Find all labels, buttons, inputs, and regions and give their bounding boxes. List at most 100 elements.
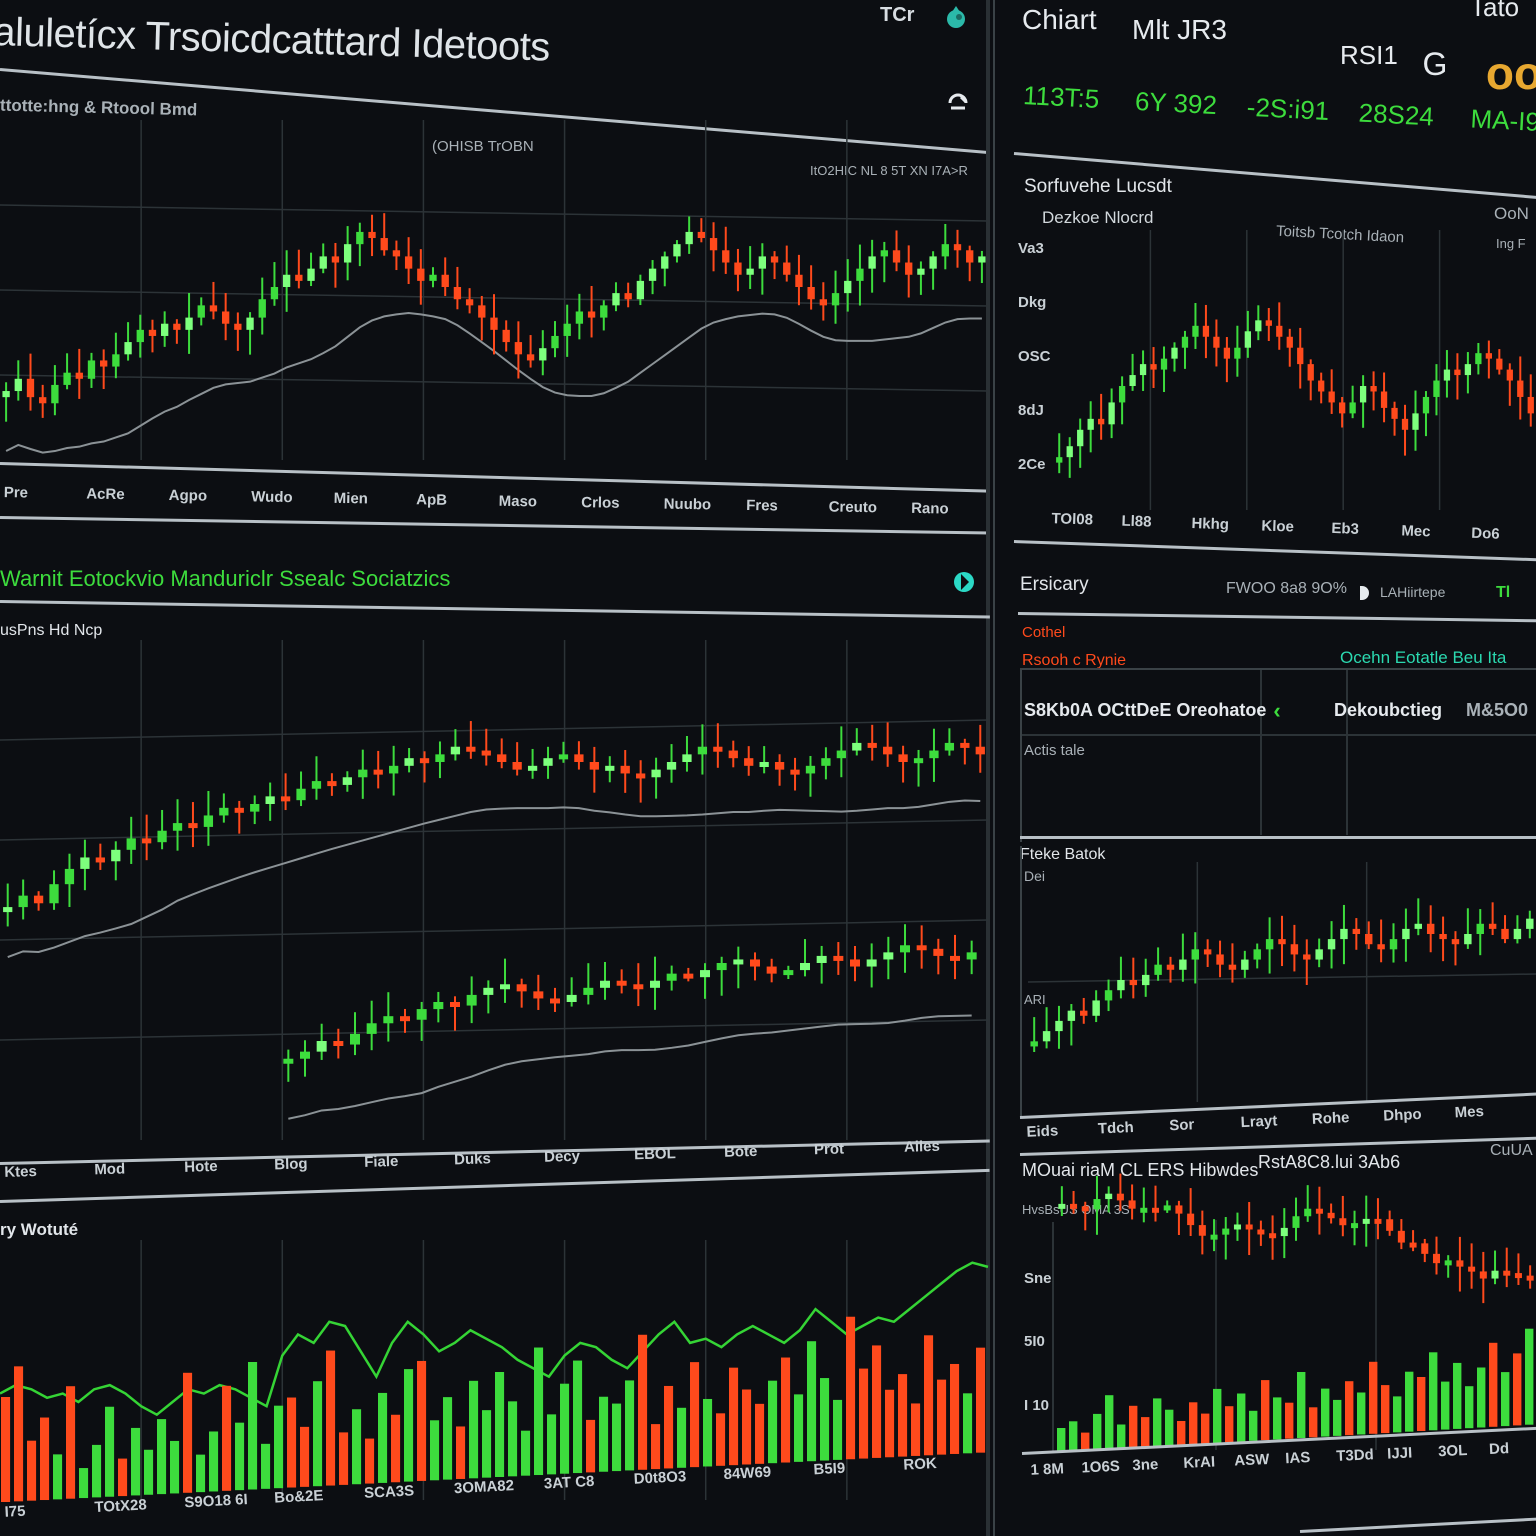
chevron-left-icon[interactable]: ‹ [1268,698,1286,723]
candle-down [1432,1253,1440,1264]
half-circle-icon [1358,584,1374,602]
header-subtitle: ttotte:hng & Rtoool Bmd [0,95,198,120]
candle-down [1374,1218,1382,1224]
logo-icon[interactable] [950,568,978,596]
candle-down [550,998,560,1004]
candle-down [587,311,596,318]
axis-tick-label: Dhpo [1382,1105,1423,1125]
top-right-candlestick-chart[interactable] [1054,230,1536,510]
candle-down [516,984,527,992]
candle-up [3,907,13,913]
refresh-icon[interactable] [944,88,972,116]
candle-up [929,750,939,759]
candle-up [600,980,610,988]
candle-up [51,384,59,404]
axis-tick-label: Crlos [581,494,620,512]
oscillator-note: Actis tale [1024,742,1085,759]
candle-up [1056,457,1063,463]
oscillator-col-divider [1260,670,1262,835]
mid-candlestick-chart[interactable] [0,640,989,1145]
candle-down [1503,1270,1511,1276]
bottom-right-title: MOuai riaM CL ERS Hibwdes [1022,1160,1259,1180]
bottom-right-candlestick-chart[interactable] [1056,1173,1536,1460]
volume-bar-up [1117,1424,1126,1449]
candle-up [612,293,620,306]
volume-bar-up [625,1380,635,1471]
candle-up [583,987,594,995]
axis-tick-label: 3ne [1132,1456,1159,1475]
volume-bar-up [1405,1371,1414,1432]
candle-up [900,945,910,953]
volume-bar-up [1525,1328,1534,1425]
candle-down [502,329,510,343]
main-candlestick-chart[interactable] [0,120,989,490]
candle-down [417,268,425,281]
section-subtitle: usPns Hd Ncp [0,622,103,639]
axis-tick-label: Kloe [1261,517,1295,536]
tab-chart[interactable]: Chiart [1022,4,1097,36]
volume-bar-up [560,1383,570,1474]
volume-bar-down [287,1397,297,1488]
axis-tick-label: I 10 [1024,1396,1050,1414]
candle-down [1339,1218,1347,1226]
axis-tick-label: ASW [1233,1450,1270,1470]
candle-down [905,262,913,275]
candle-up [1244,331,1251,348]
candle-up [1104,990,1113,1001]
candle-up [563,323,571,336]
oscillator-label: S8Kb0A OCttDeE Oreohatoe [1024,700,1267,720]
candle-up [1444,1260,1452,1266]
volume-bar-up [508,1401,518,1477]
bottom-left-title: ry Wotuté [0,1220,79,1239]
indicator-g-icon[interactable]: G [1420,44,1450,84]
candle-down [533,991,544,999]
candle-up [575,311,584,324]
candle-down [441,274,449,287]
candle-up [219,807,229,816]
volume-bar-down [118,1458,128,1497]
bottom-right-y-axis: Sne 5I0 I 10 [1020,1270,1056,1460]
axis-tick-label: 3AT C8 [543,1472,595,1493]
volume-bar-down [781,1357,791,1463]
candle-up [1253,949,1261,960]
candle-up [805,765,816,774]
infinity-icon[interactable]: oo [1484,47,1536,99]
volume-bar-up [170,1440,180,1494]
candle-up [1055,1020,1063,1032]
volume-bar-up [1501,1372,1510,1427]
candle-up [1163,1205,1171,1211]
drop-icon[interactable] [942,3,970,31]
volume-bar-down [638,1334,648,1470]
candle-down [1315,1208,1323,1214]
tab-mlt[interactable]: Mlt JR3 [1132,14,1227,46]
candle-down [933,948,944,956]
candle-up [1181,336,1189,348]
candle-up [1362,1218,1370,1224]
candle-up [666,762,677,770]
candle-up [666,973,677,981]
candle-up [746,268,754,275]
candle-down [750,959,760,967]
candle-up [800,963,810,971]
axis-tick-label: Lrayt [1240,1112,1278,1132]
volume-bar-up [1477,1367,1486,1428]
volume-bar-down [976,1347,986,1453]
candle-up [2,391,10,398]
candle-down [1223,347,1231,359]
right-lower-candlestick-chart[interactable] [1027,862,1536,1102]
candle-up [883,952,894,960]
tab-rsi[interactable]: RSI1 [1340,40,1398,71]
candle-down [380,238,388,251]
candle-up [978,256,986,263]
candle-down [790,769,800,775]
volume-bar-up [1393,1396,1402,1433]
candle-up [1139,364,1147,376]
candle-up [1192,325,1199,337]
axis-tick-label: ApB [416,491,448,509]
oscillator-row-divider [1022,734,1536,736]
candle-down [75,372,83,379]
candle-down [95,857,105,863]
candle-down [404,256,413,269]
candle-up [343,244,352,263]
mid-series-a [3,721,985,959]
